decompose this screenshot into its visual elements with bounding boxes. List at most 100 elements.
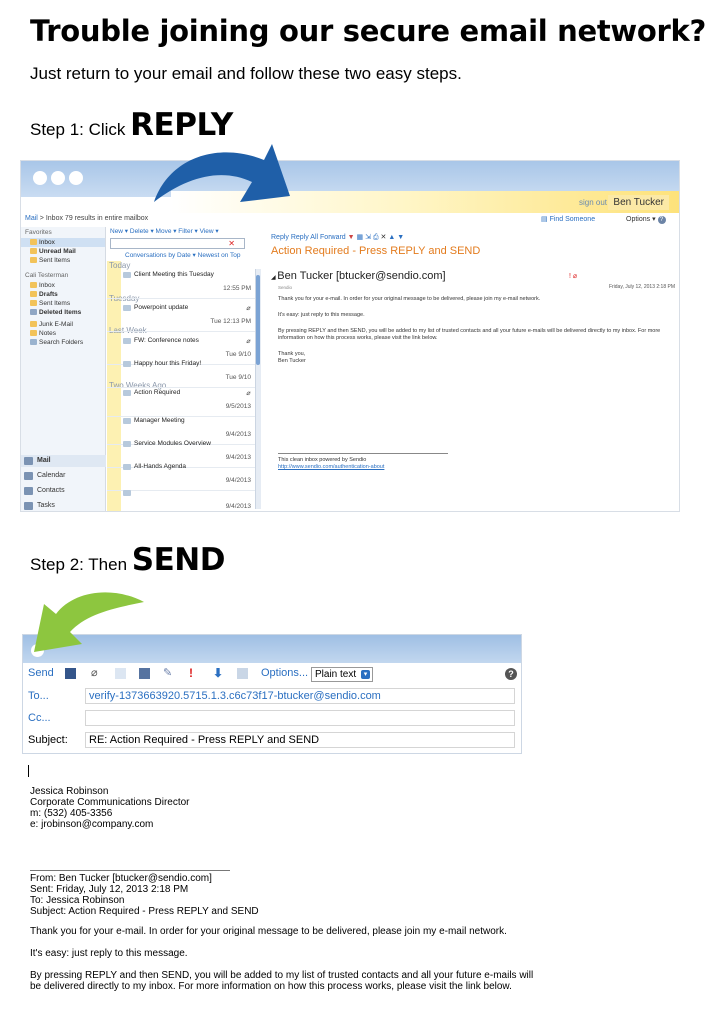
- footer-divider: [278, 453, 448, 454]
- text-cursor: [28, 765, 29, 777]
- nav-deleted-items[interactable]: Deleted Items: [21, 308, 105, 317]
- envelope-icon: [123, 361, 131, 367]
- message-list-item[interactable]: Action Required 9/5/2013 ⌀: [107, 389, 255, 417]
- list-scroll-thumb[interactable]: [256, 275, 260, 365]
- quoted-paragraph-line: By pressing REPLY and then SEND, you wil…: [30, 970, 534, 981]
- help-icon[interactable]: ?: [505, 668, 517, 680]
- row-divider: [107, 331, 255, 332]
- message-list-item[interactable]: 9/4/2013: [123, 489, 251, 511]
- nav-favorite-sent[interactable]: Sent Items: [21, 256, 105, 265]
- nav-label: Junk E-Mail: [39, 321, 73, 328]
- nav-mail[interactable]: Mail: [21, 455, 106, 467]
- signature-line: Corporate Communications Director: [30, 797, 190, 808]
- nav-inbox[interactable]: Inbox: [21, 281, 105, 290]
- contacts-icon: [24, 487, 33, 495]
- body-paragraph: Thank you for your e-mail. In order for …: [278, 296, 541, 302]
- nav-contacts[interactable]: Contacts: [21, 485, 106, 497]
- flag-icon[interactable]: ▼: [348, 234, 355, 241]
- quote-divider: [30, 870, 230, 871]
- list-toolbar[interactable]: New ▾ Delete ▾ Move ▾ Filter ▾ View ▾: [107, 227, 257, 237]
- nav-label: Search Folders: [39, 339, 84, 346]
- nav-label: Mail: [37, 457, 51, 464]
- move-icon[interactable]: ⇲: [365, 234, 371, 241]
- find-someone-link[interactable]: ▤ Find Someone: [541, 215, 595, 223]
- tasks-icon: [24, 502, 33, 510]
- body-paragraph: It's easy: just reply to this message.: [278, 312, 365, 318]
- low-importance-icon[interactable]: ⬇: [213, 667, 224, 679]
- clear-search-icon[interactable]: ✕: [228, 239, 235, 248]
- print-icon[interactable]: ⎙: [373, 234, 379, 241]
- signature-block[interactable]: Jessica Robinson Corporate Communication…: [30, 786, 190, 830]
- reply-actions[interactable]: Reply Reply All Forward: [271, 234, 346, 241]
- message-date: 9/4/2013: [225, 431, 251, 438]
- high-importance-icon[interactable]: !: [189, 667, 200, 679]
- send-button[interactable]: Send: [28, 667, 54, 679]
- nav-label: Sent Items: [39, 300, 71, 307]
- envelope-icon: [123, 305, 131, 311]
- attachment-icon: ⌀: [246, 338, 250, 345]
- message-list-item[interactable]: Happy hour this Friday! Tue 9/10: [107, 360, 255, 388]
- message-date: 12:55 PM: [223, 285, 251, 292]
- to-field[interactable]: verify-1373663920.5715.1.3.c6c73f17-btuc…: [85, 688, 515, 704]
- quoted-header-line: Subject: Action Required - Press REPLY a…: [30, 906, 259, 917]
- message-list-item[interactable]: Powerpoint update Tue 12:13 PM ⌀: [107, 304, 255, 332]
- nav-sent-items[interactable]: Sent Items: [21, 299, 105, 308]
- sent-folder-icon: [30, 257, 37, 263]
- footer-link[interactable]: http://www.sendio.com/authentication-abo…: [278, 464, 676, 471]
- step-1-label: Step 1: Click: [30, 120, 126, 139]
- help-icon[interactable]: ?: [657, 216, 666, 224]
- options-menu[interactable]: Options ▾ ?: [626, 215, 666, 224]
- nav-unread-mail[interactable]: Unread Mail: [21, 247, 105, 256]
- nav-label: Contacts: [37, 487, 65, 494]
- quoted-header-line: Sent: Friday, July 12, 2013 2:18 PM: [30, 884, 189, 895]
- categories-icon[interactable]: ▦: [357, 234, 364, 241]
- delete-icon[interactable]: ✕: [381, 234, 387, 241]
- breadcrumb-inbox[interactable]: Inbox: [46, 215, 63, 222]
- message-subject: Action Required: [134, 389, 181, 396]
- message-subject: Service Modules Overview: [134, 440, 211, 447]
- nav-calendar[interactable]: Calendar: [21, 470, 106, 482]
- nav-notes[interactable]: Notes: [21, 329, 105, 338]
- attach-icon[interactable]: ⌀: [91, 668, 102, 679]
- nav-junk[interactable]: Junk E-Mail: [21, 320, 105, 329]
- down-arrow-icon[interactable]: ▼: [397, 234, 404, 241]
- address-book-icon[interactable]: [139, 668, 150, 679]
- user-name[interactable]: Ben Tucker: [608, 195, 669, 210]
- sign-out-link[interactable]: sign out: [579, 198, 607, 207]
- nav-search-folders[interactable]: Search Folders: [21, 338, 105, 347]
- save-icon[interactable]: [65, 668, 76, 679]
- nav-favorite-inbox[interactable]: Inbox: [21, 238, 105, 247]
- up-arrow-icon[interactable]: ▲: [388, 234, 395, 241]
- nav-label: Inbox: [39, 239, 55, 246]
- message-subject: FW: Conference notes: [134, 337, 199, 344]
- nav-label: Notes: [39, 330, 56, 337]
- nav-drafts[interactable]: Drafts: [21, 290, 105, 299]
- window-dot: [69, 171, 83, 185]
- insert-picture-icon[interactable]: [115, 668, 126, 679]
- attachment-icon: ⌀: [246, 305, 250, 312]
- signature-icon[interactable]: [237, 668, 248, 679]
- to-button[interactable]: To...: [28, 690, 49, 702]
- cc-button[interactable]: Cc...: [28, 712, 51, 724]
- footer-text: This clean inbox powered by Sendio: [278, 457, 367, 463]
- find-someone-label: Find Someone: [549, 216, 596, 223]
- subject-label: Subject:: [28, 734, 68, 746]
- message-subject: Client Meeting this Tuesday: [134, 271, 214, 278]
- check-names-icon[interactable]: ✎: [163, 668, 174, 679]
- message-list-item[interactable]: All-Hands Agenda 9/4/2013: [107, 463, 255, 491]
- breadcrumb-mail[interactable]: Mail: [25, 215, 38, 222]
- nav-tasks[interactable]: Tasks: [21, 500, 106, 511]
- message-sender[interactable]: ◢ Ben Tucker [btucker@sendio.com]: [271, 270, 446, 282]
- format-select[interactable]: Plain text ▾: [311, 667, 373, 682]
- nav-label: Sent Items: [39, 257, 71, 264]
- message-list-item[interactable]: Client Meeting this Tuesday 12:55 PM: [107, 271, 255, 299]
- cc-field[interactable]: [85, 710, 515, 726]
- subject-field[interactable]: RE: Action Required - Press REPLY and SE…: [85, 732, 515, 748]
- options-button[interactable]: Options...: [261, 667, 308, 679]
- sort-menu[interactable]: Conversations by Date ▾ Newest on Top: [125, 251, 241, 259]
- message-subject: Powerpoint update: [134, 304, 189, 311]
- attachment-icon: ⌀: [246, 390, 250, 397]
- search-input[interactable]: ✕: [110, 238, 245, 249]
- reader-toolbar[interactable]: Reply Reply All Forward ▼ ▦ ⇲ ⎙ ✕ ▲ ▼: [271, 233, 404, 242]
- message-date: 9/4/2013: [225, 477, 251, 484]
